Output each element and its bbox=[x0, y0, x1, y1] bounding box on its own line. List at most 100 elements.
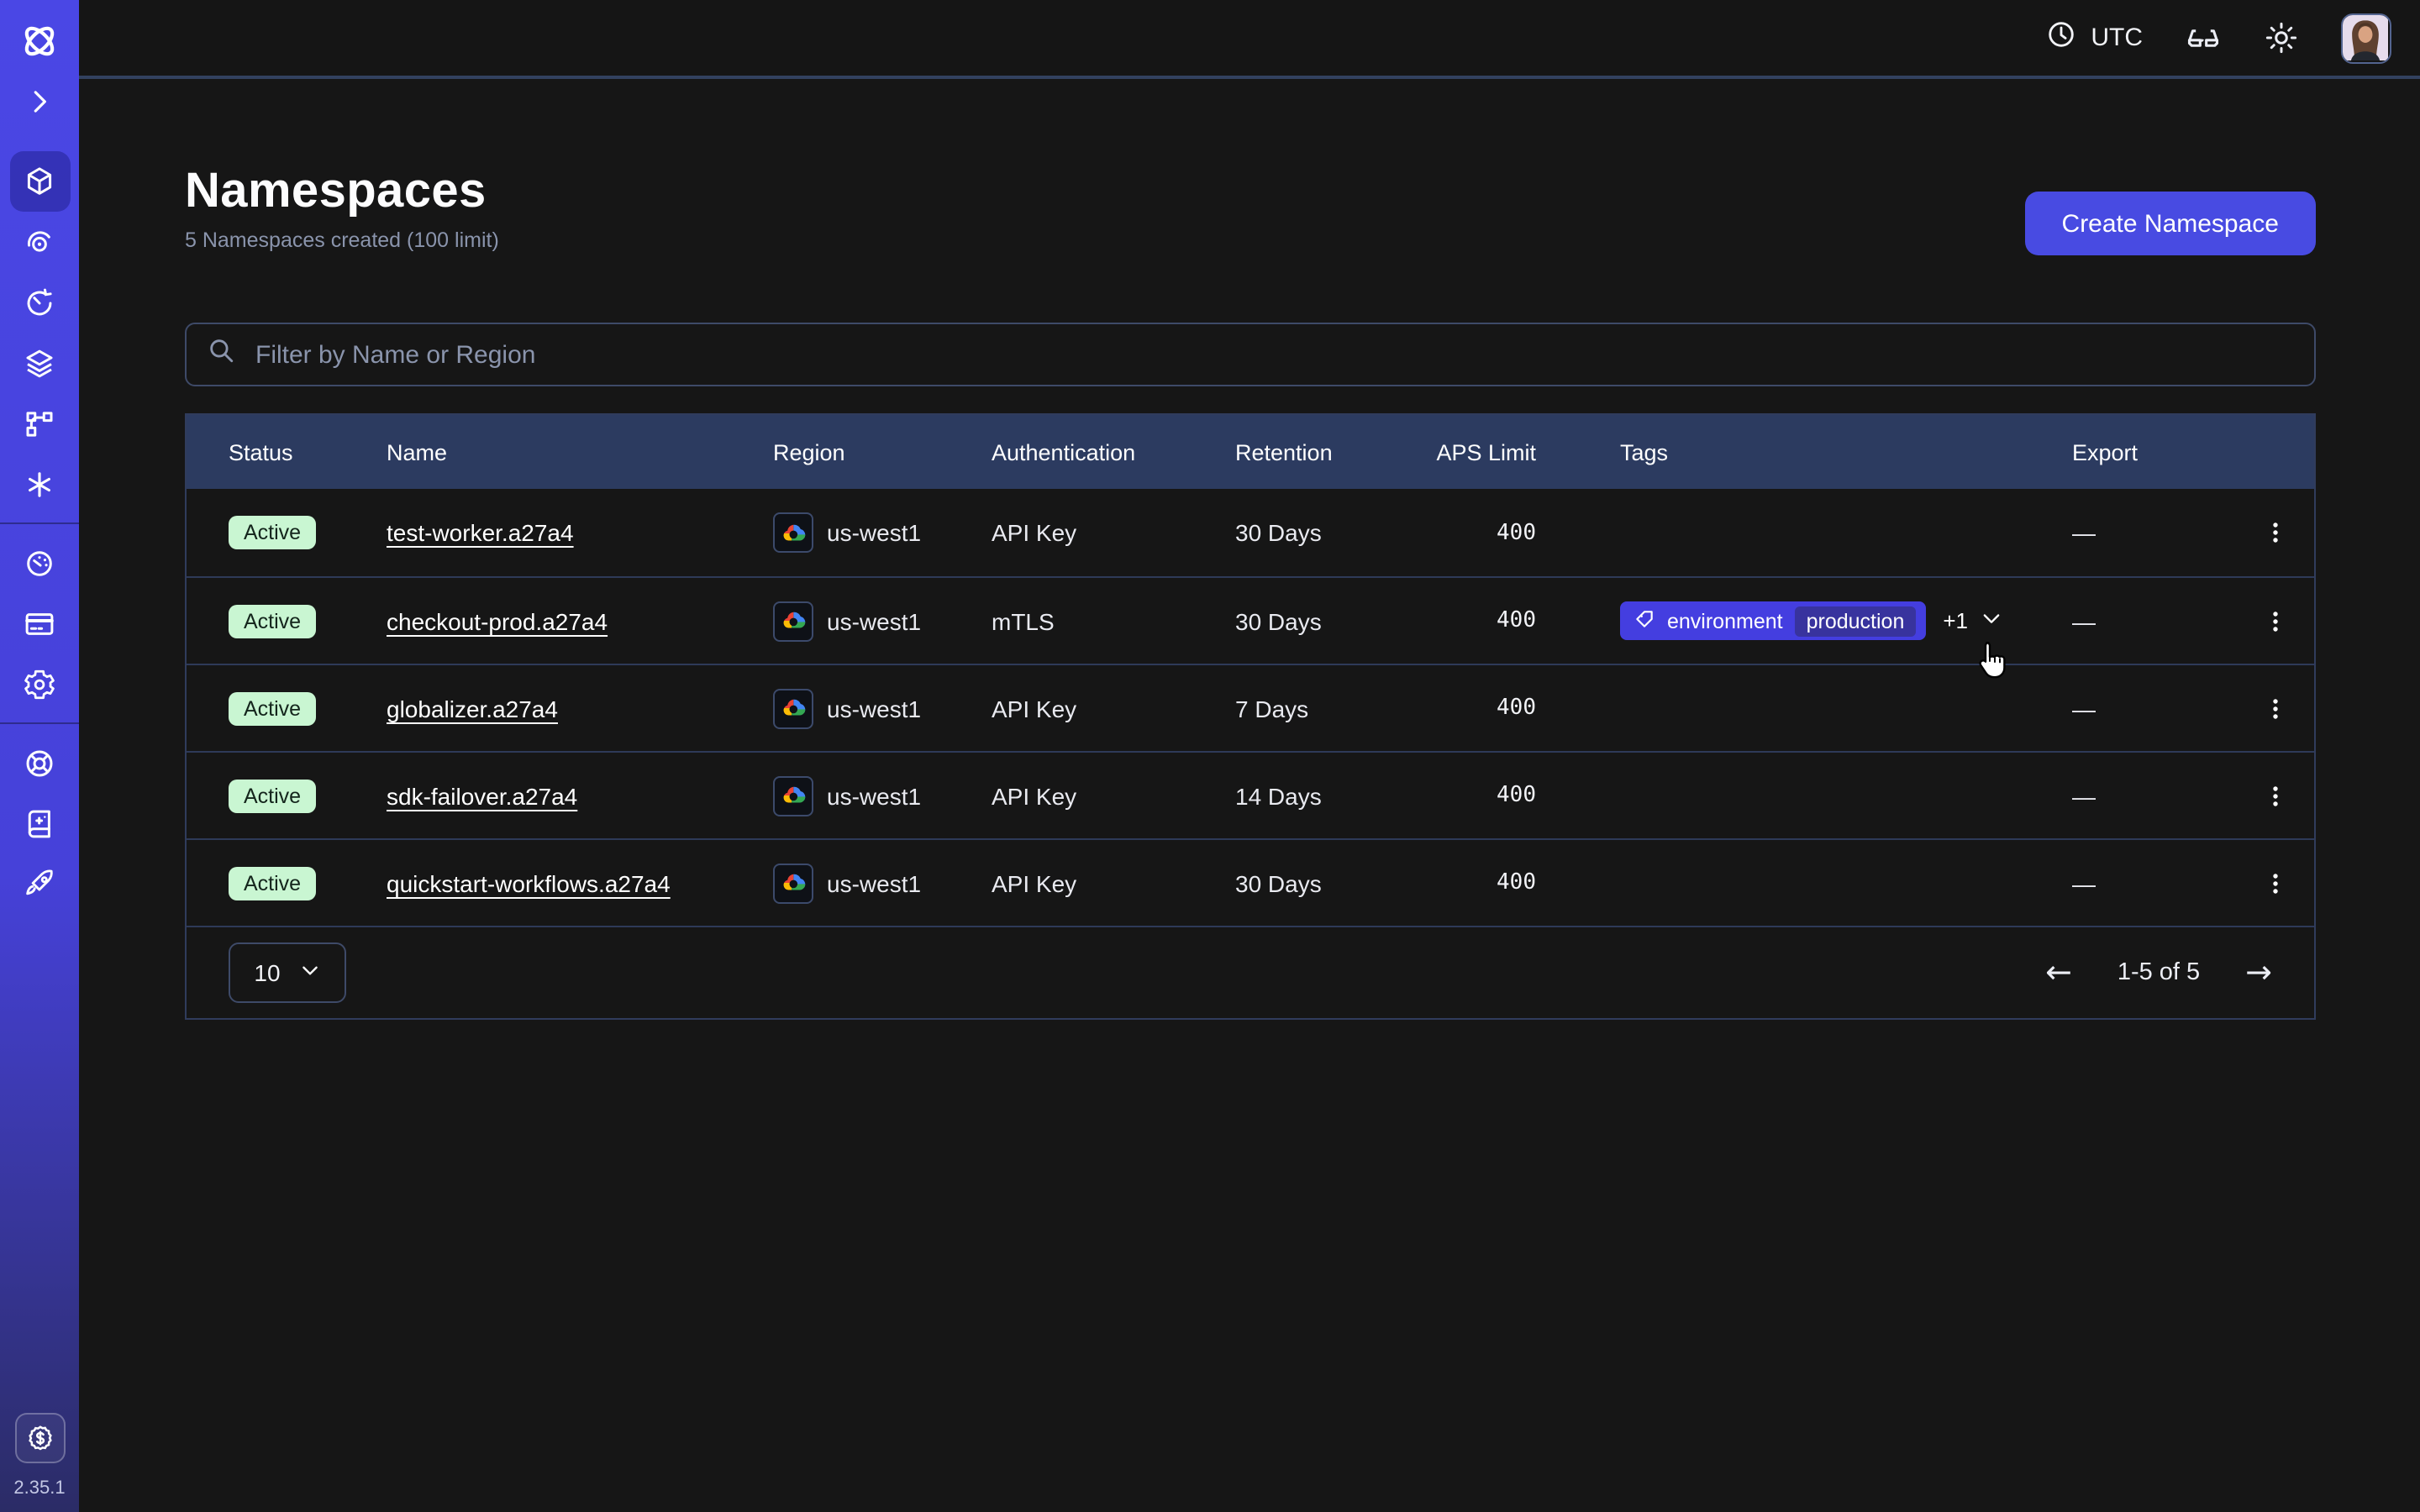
auth-value: API Key bbox=[992, 519, 1235, 546]
expand-sidebar-button[interactable] bbox=[0, 71, 79, 131]
region-label: us-west1 bbox=[827, 607, 921, 634]
app-version: 2.35.1 bbox=[13, 1478, 65, 1499]
timezone-label: UTC bbox=[2091, 24, 2143, 52]
col-authentication: Authentication bbox=[992, 439, 1235, 465]
region-label: us-west1 bbox=[827, 519, 921, 546]
export-value: — bbox=[2072, 869, 2232, 896]
pagination-range: 1-5 of 5 bbox=[2118, 959, 2200, 986]
status-badge: Active bbox=[229, 779, 316, 812]
col-region: Region bbox=[773, 439, 992, 465]
search-icon bbox=[207, 336, 235, 373]
auth-value: API Key bbox=[992, 782, 1235, 809]
sidebar-item-schedules[interactable] bbox=[0, 272, 79, 333]
col-status: Status bbox=[229, 439, 387, 465]
table-row: Active checkout-prod.a27a4 us-west1 mTLS… bbox=[187, 576, 2314, 664]
user-avatar[interactable] bbox=[2341, 13, 2391, 63]
sidebar-item-settings[interactable] bbox=[0, 654, 79, 714]
filter-bar bbox=[185, 323, 2316, 386]
export-value: — bbox=[2072, 695, 2232, 722]
aps-value: 400 bbox=[1353, 870, 1536, 895]
region-label: us-west1 bbox=[827, 782, 921, 809]
sidebar-item-support[interactable] bbox=[0, 732, 79, 793]
aps-value: 400 bbox=[1353, 520, 1536, 545]
auth-value: API Key bbox=[992, 695, 1235, 722]
aps-value: 400 bbox=[1353, 783, 1536, 808]
namespace-link[interactable]: test-worker.a27a4 bbox=[387, 519, 574, 546]
more-tags-count: +1 bbox=[1943, 608, 1968, 633]
topbar: UTC bbox=[79, 0, 2420, 79]
main-content: Namespaces 5 Namespaces created (100 lim… bbox=[79, 79, 2420, 1512]
table-row: Active test-worker.a27a4 us-west1 API Ke… bbox=[187, 489, 2314, 576]
chevron-down-icon bbox=[1980, 606, 2003, 635]
export-value: — bbox=[2072, 782, 2232, 809]
region-label: us-west1 bbox=[827, 695, 921, 722]
table-row: Active globalizer.a27a4 us-west1 API Key… bbox=[187, 664, 2314, 751]
col-retention: Retention bbox=[1235, 439, 1353, 465]
export-value: — bbox=[2072, 607, 2232, 634]
table-footer: 10 ← 1-5 of 5 → bbox=[187, 926, 2314, 1018]
auth-value: API Key bbox=[992, 869, 1235, 896]
status-badge: Active bbox=[229, 866, 316, 900]
page-subtitle: 5 Namespaces created (100 limit) bbox=[185, 228, 499, 252]
sidebar-divider bbox=[0, 722, 79, 724]
sidebar-item-deployments[interactable] bbox=[0, 333, 79, 393]
namespace-link[interactable]: quickstart-workflows.a27a4 bbox=[387, 869, 671, 896]
page-title: Namespaces bbox=[185, 163, 499, 220]
namespace-link[interactable]: sdk-failover.a27a4 bbox=[387, 782, 577, 809]
tag-chip[interactable]: environment production bbox=[1620, 601, 1926, 640]
google-cloud-icon bbox=[773, 601, 813, 641]
theme-toggle-sun-button[interactable] bbox=[2264, 20, 2299, 55]
sidebar-item-billing[interactable] bbox=[0, 593, 79, 654]
export-value: — bbox=[2072, 519, 2232, 546]
google-cloud-icon bbox=[773, 863, 813, 903]
retention-value: 14 Days bbox=[1235, 782, 1353, 809]
clock-icon bbox=[2045, 18, 2077, 57]
sidebar-item-getting-started[interactable] bbox=[0, 853, 79, 914]
create-namespace-button[interactable]: Create Namespace bbox=[2025, 192, 2316, 255]
status-badge: Active bbox=[229, 604, 316, 638]
labs-glasses-button[interactable] bbox=[2185, 19, 2222, 56]
timezone-selector[interactable]: UTC bbox=[2045, 18, 2143, 57]
row-actions-kebab-icon[interactable] bbox=[2232, 517, 2317, 548]
retention-value: 30 Days bbox=[1235, 869, 1353, 896]
col-name: Name bbox=[387, 439, 773, 465]
sidebar-divider bbox=[0, 522, 79, 524]
temporal-logo-icon[interactable] bbox=[0, 10, 79, 71]
col-tags: Tags bbox=[1620, 439, 2072, 465]
credits-badge-dollar-button[interactable] bbox=[14, 1413, 65, 1463]
col-aps-limit: APS Limit bbox=[1353, 439, 1536, 465]
namespace-link[interactable]: globalizer.a27a4 bbox=[387, 695, 558, 722]
page-size-value: 10 bbox=[254, 959, 280, 986]
table-row: Active quickstart-workflows.a27a4 us-wes… bbox=[187, 838, 2314, 926]
namespace-link[interactable]: checkout-prod.a27a4 bbox=[387, 607, 608, 634]
previous-page-arrow-icon[interactable]: ← bbox=[2045, 957, 2072, 989]
google-cloud-icon bbox=[773, 512, 813, 553]
sidebar-item-namespaces[interactable] bbox=[0, 151, 79, 212]
table-row: Active sdk-failover.a27a4 us-west1 API K… bbox=[187, 751, 2314, 838]
sidebar-item-monitor[interactable] bbox=[0, 212, 79, 272]
sidebar-item-batch[interactable] bbox=[0, 454, 79, 514]
region-label: us-west1 bbox=[827, 869, 921, 896]
retention-value: 7 Days bbox=[1235, 695, 1353, 722]
status-badge: Active bbox=[229, 691, 316, 725]
google-cloud-icon bbox=[773, 688, 813, 728]
tags-cell: environment production +1 bbox=[1620, 601, 2072, 640]
filter-input[interactable] bbox=[252, 339, 2294, 370]
page-size-select[interactable]: 10 bbox=[229, 942, 346, 1003]
retention-value: 30 Days bbox=[1235, 607, 1353, 634]
more-tags-toggle[interactable]: +1 bbox=[1943, 606, 2003, 635]
sidebar-item-usage[interactable] bbox=[0, 533, 79, 593]
row-actions-kebab-icon[interactable] bbox=[2232, 606, 2317, 636]
status-badge: Active bbox=[229, 516, 316, 549]
tag-value: production bbox=[1795, 606, 1917, 636]
tag-icon bbox=[1634, 607, 1655, 634]
aps-value: 400 bbox=[1353, 608, 1536, 633]
sidebar-item-nexus[interactable] bbox=[0, 393, 79, 454]
row-actions-kebab-icon[interactable] bbox=[2232, 868, 2317, 898]
sidebar-item-docs[interactable] bbox=[0, 793, 79, 853]
next-page-arrow-icon[interactable]: → bbox=[2245, 957, 2272, 989]
aps-value: 400 bbox=[1353, 696, 1536, 721]
table-header-row: Status Name Region Authentication Retent… bbox=[187, 415, 2314, 489]
row-actions-kebab-icon[interactable] bbox=[2232, 693, 2317, 723]
row-actions-kebab-icon[interactable] bbox=[2232, 780, 2317, 811]
